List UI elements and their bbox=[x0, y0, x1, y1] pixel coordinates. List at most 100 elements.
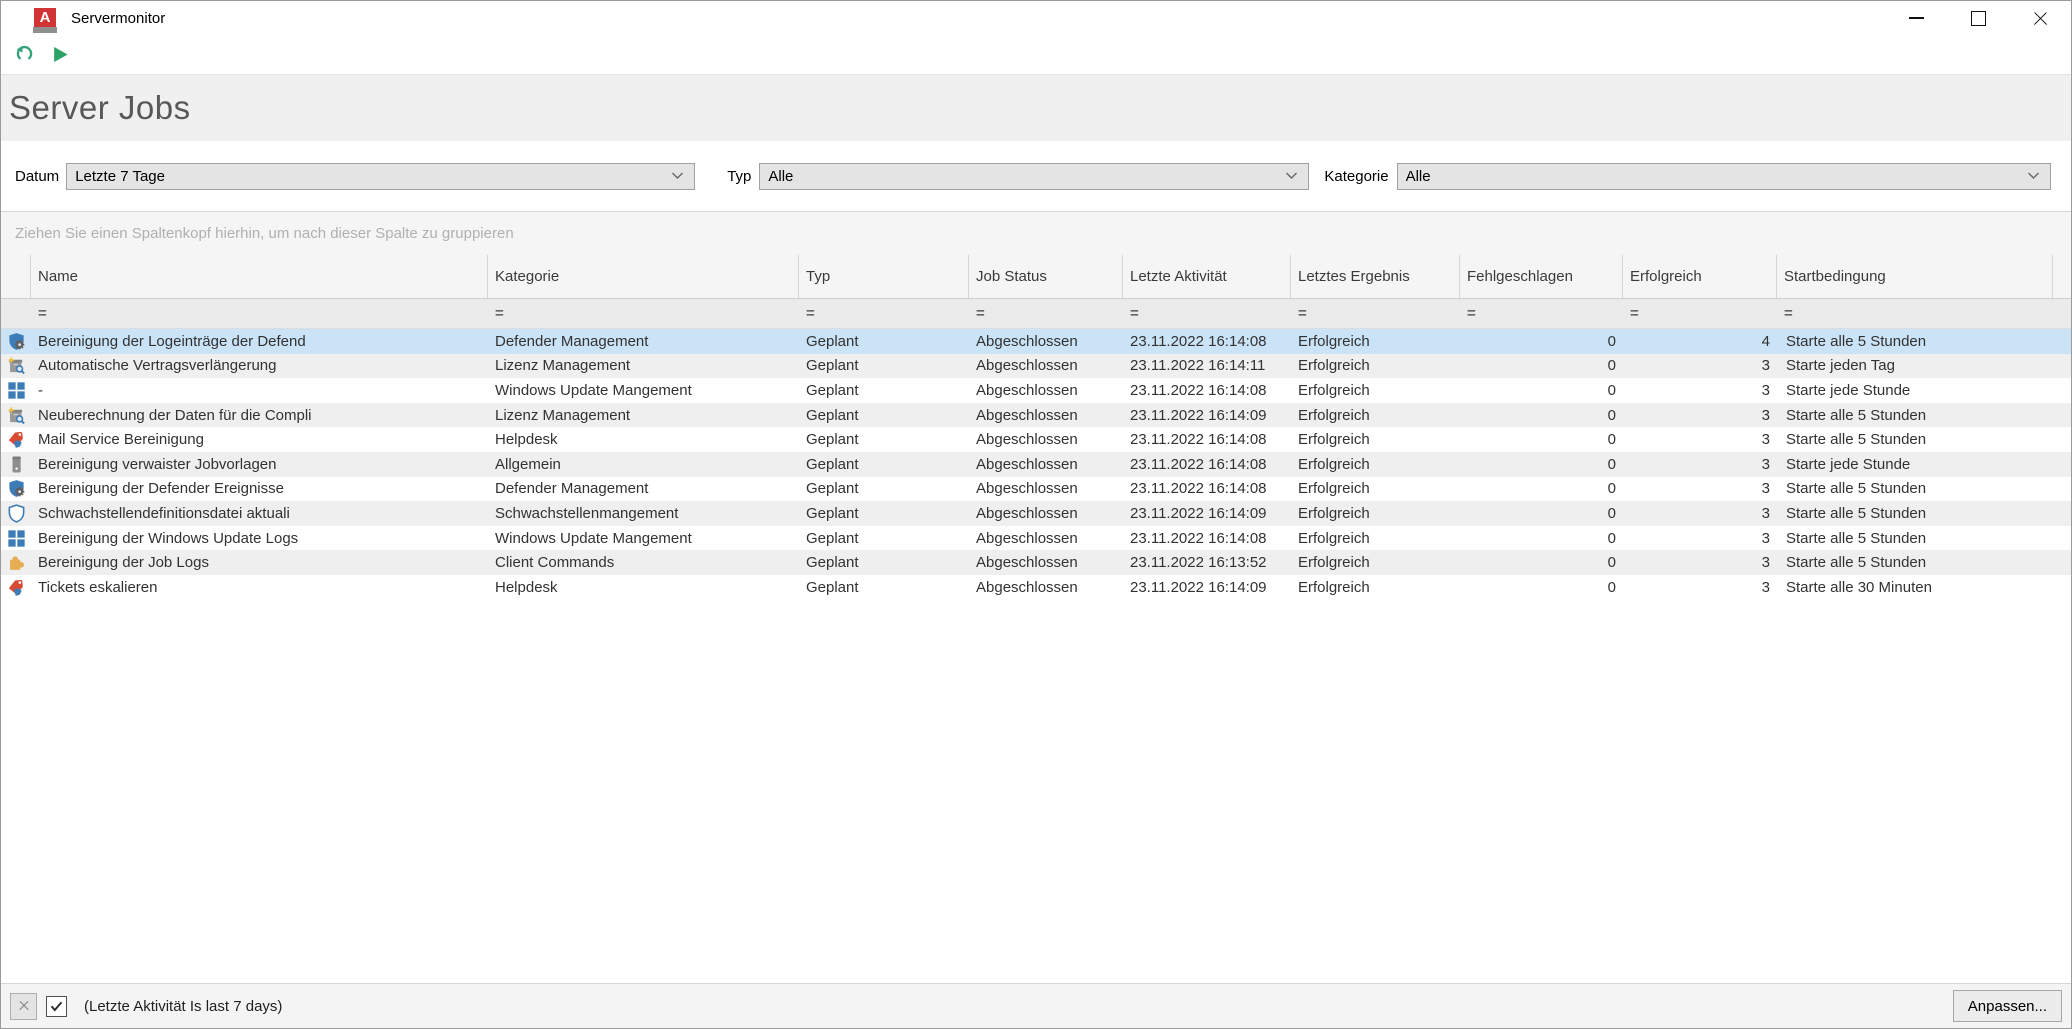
refresh-button[interactable] bbox=[9, 41, 39, 69]
cell-kategorie: Helpdesk bbox=[488, 575, 799, 600]
kategorie-filter-dropdown[interactable]: Alle bbox=[1397, 163, 2051, 190]
cell-typ: Geplant bbox=[799, 526, 969, 551]
toolbar bbox=[1, 35, 2071, 75]
cell-filler bbox=[2053, 550, 2071, 575]
filter-cell-startbedingung[interactable]: = bbox=[1777, 299, 2053, 328]
cell-letztes-ergebnis: Erfolgreich bbox=[1291, 354, 1460, 379]
filter-equals-icon: = bbox=[806, 306, 815, 321]
header-cell-letztes_ergebnis[interactable]: Letztes Ergebnis bbox=[1291, 255, 1460, 298]
cell-erfolgreich: 3 bbox=[1623, 477, 1777, 502]
cell-filler bbox=[2053, 477, 2071, 502]
table-row[interactable]: Schwachstellendefinitionsdatei aktualiSc… bbox=[1, 501, 2071, 526]
header-cell-job_status[interactable]: Job Status bbox=[969, 255, 1123, 298]
header-cell-letzte_aktivitaet[interactable]: Letzte Aktivität bbox=[1123, 255, 1291, 298]
header-cell-kategorie[interactable]: Kategorie bbox=[488, 255, 799, 298]
table-row[interactable]: Bereinigung der Windows Update LogsWindo… bbox=[1, 526, 2071, 551]
cell-erfolgreich: 3 bbox=[1623, 403, 1777, 428]
cell-startbedingung: Starte alle 5 Stunden bbox=[1777, 550, 2053, 575]
chevron-down-icon bbox=[2027, 172, 2040, 180]
grid-filter-row: ========= bbox=[1, 299, 2071, 329]
filter-cell-typ[interactable]: = bbox=[799, 299, 969, 328]
filter-cell-job_status[interactable]: = bbox=[969, 299, 1123, 328]
header-cell-typ[interactable]: Typ bbox=[799, 255, 969, 298]
cell-startbedingung: Starte alle 5 Stunden bbox=[1777, 477, 2053, 502]
header-cell-filler bbox=[2053, 255, 2071, 298]
table-row[interactable]: Tickets eskalierenHelpdeskGeplantAbgesch… bbox=[1, 575, 2071, 600]
header-cell-fehlgeschlagen[interactable]: Fehlgeschlagen bbox=[1460, 255, 1623, 298]
cell-filler bbox=[2053, 378, 2071, 403]
cell-kategorie: Defender Management bbox=[488, 477, 799, 502]
close-icon bbox=[2032, 10, 2049, 27]
cell-name: Bereinigung der Defender Ereignisse bbox=[31, 477, 488, 502]
cell-job-status: Abgeschlossen bbox=[969, 477, 1123, 502]
table-row[interactable]: Bereinigung der Defender EreignisseDefen… bbox=[1, 477, 2071, 502]
header-cell-startbedingung[interactable]: Startbedingung bbox=[1777, 255, 2053, 298]
cell-filler bbox=[2053, 329, 2071, 354]
window-title: Servermonitor bbox=[71, 10, 165, 27]
cell-kategorie: Allgemein bbox=[488, 452, 799, 477]
minimize-button[interactable] bbox=[1885, 1, 1947, 35]
cell-filler bbox=[2053, 427, 2071, 452]
job-type-icon-cell bbox=[1, 526, 31, 551]
typ-filter-dropdown[interactable]: Alle bbox=[759, 163, 1309, 190]
filter-cell-letzte_aktivitaet[interactable]: = bbox=[1123, 299, 1291, 328]
header-cell-erfolgreich[interactable]: Erfolgreich bbox=[1623, 255, 1777, 298]
cell-letzte-aktivitaet: 23.11.2022 16:13:52 bbox=[1123, 550, 1291, 575]
cell-typ: Geplant bbox=[799, 452, 969, 477]
filter-cell-name[interactable]: = bbox=[31, 299, 488, 328]
cell-letzte-aktivitaet: 23.11.2022 16:14:08 bbox=[1123, 452, 1291, 477]
table-row[interactable]: -Windows Update MangementGeplantAbgeschl… bbox=[1, 378, 2071, 403]
group-by-hint[interactable]: Ziehen Sie einen Spaltenkopf hierhin, um… bbox=[1, 212, 2071, 255]
cell-letztes-ergebnis: Erfolgreich bbox=[1291, 403, 1460, 428]
job-type-icon-cell bbox=[1, 477, 31, 502]
app-window: A Servermonitor Server Jobs Datum bbox=[0, 0, 2072, 1029]
cell-job-status: Abgeschlossen bbox=[969, 354, 1123, 379]
cell-startbedingung: Starte alle 5 Stunden bbox=[1777, 526, 2053, 551]
cell-startbedingung: Starte alle 5 Stunden bbox=[1777, 329, 2053, 354]
run-button[interactable] bbox=[45, 41, 75, 69]
minimize-icon bbox=[1909, 17, 1924, 19]
filter-cell-letztes_ergebnis[interactable]: = bbox=[1291, 299, 1460, 328]
datum-filter-dropdown[interactable]: Letzte 7 Tage bbox=[66, 163, 695, 190]
filter-equals-icon: = bbox=[1630, 306, 1639, 321]
license-box-search-icon bbox=[7, 406, 26, 425]
table-row[interactable]: Automatische VertragsverlängerungLizenz … bbox=[1, 354, 2071, 379]
filter-equals-icon: = bbox=[38, 306, 47, 321]
clear-filter-button[interactable] bbox=[10, 993, 37, 1020]
cell-startbedingung: Starte jede Stunde bbox=[1777, 378, 2053, 403]
cell-kategorie: Windows Update Mangement bbox=[488, 378, 799, 403]
datum-filter-label: Datum bbox=[15, 168, 59, 185]
table-row[interactable]: Bereinigung der Logeinträge der DefendDe… bbox=[1, 329, 2071, 354]
cell-letzte-aktivitaet: 23.11.2022 16:14:09 bbox=[1123, 403, 1291, 428]
job-type-icon-cell bbox=[1, 427, 31, 452]
filter-cell-erfolgreich[interactable]: = bbox=[1623, 299, 1777, 328]
header-cell-name[interactable]: Name bbox=[31, 255, 488, 298]
cell-typ: Geplant bbox=[799, 403, 969, 428]
helpdesk-tags-icon bbox=[7, 430, 26, 449]
table-row[interactable]: Mail Service BereinigungHelpdeskGeplantA… bbox=[1, 427, 2071, 452]
table-row[interactable]: Neuberechnung der Daten für die CompliLi… bbox=[1, 403, 2071, 428]
maximize-button[interactable] bbox=[1947, 1, 2009, 35]
cell-letzte-aktivitaet: 23.11.2022 16:14:08 bbox=[1123, 526, 1291, 551]
cell-fehlgeschlagen: 0 bbox=[1460, 378, 1623, 403]
cell-filler bbox=[2053, 452, 2071, 477]
cell-job-status: Abgeschlossen bbox=[969, 575, 1123, 600]
close-button[interactable] bbox=[2009, 1, 2071, 35]
cell-letzte-aktivitaet: 23.11.2022 16:14:09 bbox=[1123, 501, 1291, 526]
filter-enabled-checkbox[interactable] bbox=[46, 996, 67, 1017]
run-icon bbox=[51, 45, 70, 64]
cell-letzte-aktivitaet: 23.11.2022 16:14:08 bbox=[1123, 477, 1291, 502]
windows-logo-icon bbox=[7, 529, 26, 548]
cell-letztes-ergebnis: Erfolgreich bbox=[1291, 526, 1460, 551]
cell-name: Bereinigung verwaister Jobvorlagen bbox=[31, 452, 488, 477]
filter-cell-kategorie[interactable]: = bbox=[488, 299, 799, 328]
cell-typ: Geplant bbox=[799, 427, 969, 452]
cell-job-status: Abgeschlossen bbox=[969, 329, 1123, 354]
table-row[interactable]: Bereinigung der Job LogsClient CommandsG… bbox=[1, 550, 2071, 575]
typ-filter-value: Alle bbox=[768, 168, 1285, 185]
filter-cell-fehlgeschlagen[interactable]: = bbox=[1460, 299, 1623, 328]
table-row[interactable]: Bereinigung verwaister JobvorlagenAllgem… bbox=[1, 452, 2071, 477]
customize-button[interactable]: Anpassen... bbox=[1953, 990, 2062, 1022]
cell-typ: Geplant bbox=[799, 329, 969, 354]
cell-letztes-ergebnis: Erfolgreich bbox=[1291, 378, 1460, 403]
